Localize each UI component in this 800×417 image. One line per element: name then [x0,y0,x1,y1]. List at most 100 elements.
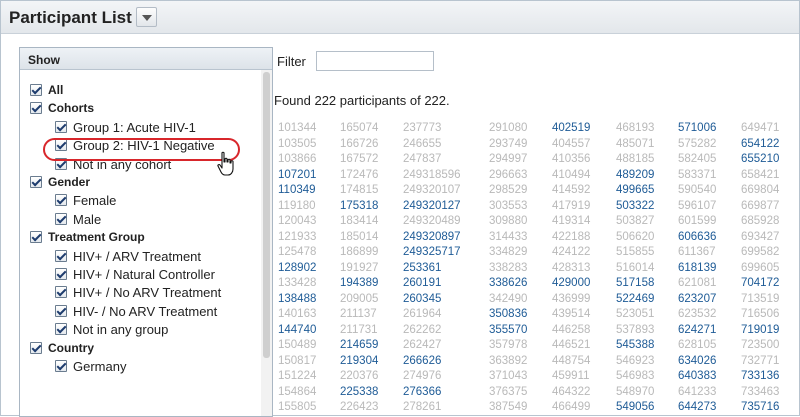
participant-id-link[interactable]: 735716 [741,401,779,413]
show-row-label: Germany [73,359,127,374]
checkbox-checked-icon[interactable] [55,212,67,225]
checkbox-checked-icon[interactable] [30,231,42,244]
participant-id-link[interactable]: 517158 [616,277,654,289]
participant-id-link: 419314 [552,215,591,227]
participant-id-link: 338283 [489,261,528,274]
participant-id-link: 468193 [616,122,655,134]
participant-id-link[interactable]: 571006 [678,122,716,134]
participant-id-link: 151224 [278,370,317,382]
participant-id-link[interactable]: 545388 [616,339,654,351]
scrollbar[interactable] [261,70,272,416]
participant-id-link: 448754 [552,354,591,367]
participant-id-link: 404557 [552,137,591,150]
participant-id-link[interactable]: 175318 [340,200,378,212]
participant-id-link[interactable]: 429000 [552,277,590,289]
participant-id-link[interactable]: 606636 [678,231,716,243]
participant-id-link: 537893 [616,323,655,336]
participant-id-link[interactable]: 402519 [552,122,590,134]
checkbox-checked-icon[interactable] [30,176,42,188]
show-row-label: HIV+ / Natural Controller [73,267,215,282]
checkbox-checked-icon[interactable] [30,102,42,115]
participant-id-link[interactable]: 549056 [616,401,654,413]
checkbox-checked-icon[interactable] [55,286,67,299]
participant-id-link[interactable]: 260191 [403,277,441,289]
participant-id-link[interactable]: 107201 [278,169,316,181]
participant-id-link: 155805 [278,401,317,413]
participant-id-link[interactable]: 499665 [616,184,654,196]
participant-id-link: 103505 [278,137,317,150]
hand-pointer-icon [217,151,234,176]
checkbox-checked-icon[interactable] [30,84,42,96]
participant-id-link[interactable]: 276366 [403,386,441,398]
participant-id-link: 428313 [552,261,591,274]
participant-id-link: 186899 [340,246,379,258]
checkbox-checked-icon[interactable] [55,194,67,207]
participant-id-link: 439514 [552,308,591,320]
participant-id-link: 699605 [741,261,780,274]
participant-id-link: 410494 [552,168,591,181]
checkbox-checked-icon[interactable] [55,249,67,262]
participant-id-link[interactable]: 110349 [278,184,316,196]
participant-id-link: 334829 [489,246,528,258]
participant-id-link: 363892 [489,354,528,367]
checkbox-checked-icon[interactable] [30,341,42,354]
checkbox-checked-icon[interactable] [55,120,67,133]
participant-id-link: 503827 [616,215,655,227]
participant-id-link[interactable]: 338626 [489,277,527,289]
participant-id-link[interactable]: 266626 [403,355,441,367]
participant-id-link[interactable]: 219304 [340,355,378,367]
participant-id-link[interactable]: 253361 [403,262,441,274]
participant-id-link[interactable]: 624271 [678,324,716,336]
participant-id-link[interactable]: 704172 [741,277,779,289]
filter-input[interactable] [316,51,434,71]
participant-id-link[interactable]: 623207 [678,293,716,305]
scrollbar-thumb[interactable] [263,72,270,358]
participant-id-link: 309880 [489,215,528,227]
participant-id-link: 342490 [489,292,528,305]
participant-id-link[interactable]: 634026 [678,355,716,367]
participant-id-link[interactable]: 144740 [278,324,316,336]
participant-id-link[interactable]: 350836 [489,308,527,320]
participant-id-link[interactable]: 249325717 [403,246,461,258]
participant-id-link[interactable]: 618139 [678,262,716,274]
participant-id-link[interactable]: 214659 [340,339,378,351]
participant-id-link[interactable]: 644273 [678,401,716,413]
participant-id-link: 601599 [678,215,717,227]
participant-id-link: 101344 [278,122,317,134]
checkbox-checked-icon[interactable] [55,304,67,317]
participant-id-link: 246655 [403,137,442,150]
participant-id-link[interactable]: 260345 [403,293,441,305]
participant-id-link[interactable]: 249320127 [403,200,461,212]
show-row-label: Cohorts [48,101,94,116]
participant-id-link[interactable]: 733136 [741,370,779,382]
participant-id-link: 583371 [678,168,717,181]
participant-id-link[interactable]: 489209 [616,169,654,181]
participant-id-link[interactable]: 522469 [616,293,654,305]
participant-id-link[interactable]: 654122 [741,138,779,150]
participant-id-link: 296663 [489,168,528,181]
participant-id-link[interactable]: 503322 [616,200,654,212]
participant-id-link[interactable]: 128902 [278,262,316,274]
show-row-label: HIV+ / No ARV Treatment [73,285,222,301]
participant-id-link[interactable]: 194389 [340,277,378,289]
participant-id-link: 723500 [741,339,780,351]
participant-id-link[interactable]: 249320897 [403,231,461,243]
participant-id-link: 247837 [403,153,442,165]
checkbox-checked-icon[interactable] [55,268,67,280]
participant-id-link: 291080 [489,122,528,134]
participant-id-link[interactable]: 655210 [741,153,779,165]
participant-id-link: 523051 [616,308,655,320]
checkbox-checked-icon[interactable] [55,360,67,372]
participant-id-link: 211137 [340,308,377,320]
participant-id-link: 422188 [552,230,591,243]
participant-id-link[interactable]: 355570 [489,324,527,336]
checkbox-checked-icon[interactable] [55,323,67,336]
menu-dropdown-button[interactable] [136,7,157,27]
participant-id-link: 414592 [552,184,591,196]
participant-id-link[interactable]: 138488 [278,293,316,305]
participant-id-link[interactable]: 719019 [741,324,779,336]
participant-id-link: 371043 [489,370,528,382]
participant-id-link[interactable]: 640383 [678,370,716,382]
participant-id-link[interactable]: 225338 [340,386,378,398]
show-row-label: Female [73,193,117,209]
